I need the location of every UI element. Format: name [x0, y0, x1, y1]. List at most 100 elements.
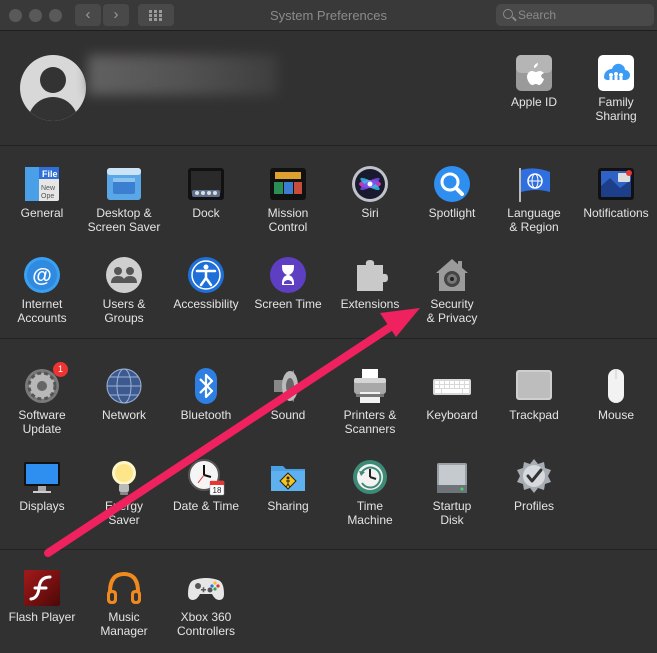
pane-software-update[interactable]: 1 Software Update	[1, 362, 83, 436]
pane-profiles[interactable]: Profiles	[493, 457, 575, 513]
pane-energy-saver[interactable]: Energy Saver	[83, 457, 165, 527]
printer-icon	[350, 366, 390, 406]
gamepad-icon	[186, 568, 226, 608]
pane-language-region[interactable]: Language & Region	[493, 164, 575, 234]
users-icon	[104, 255, 144, 295]
section-divider	[0, 338, 657, 339]
pane-mission-control[interactable]: Mission Control	[247, 164, 329, 234]
pane-label: Software Update	[18, 408, 66, 436]
notifications-icon	[596, 164, 636, 204]
pane-label: Siri	[361, 206, 379, 220]
pane-label: Energy Saver	[104, 499, 144, 527]
pane-label: Music Manager	[100, 610, 148, 638]
system-preferences-window: ‹ › System Preferences Search Apple ID F…	[0, 0, 657, 653]
startup-disk-icon	[432, 457, 472, 497]
headphones-icon	[104, 568, 144, 608]
pane-trackpad[interactable]: Trackpad	[493, 366, 575, 422]
accessibility-icon	[186, 255, 226, 295]
pane-xbox-controllers[interactable]: Xbox 360 Controllers	[165, 568, 247, 638]
blurred-user-name	[88, 55, 278, 95]
pane-bluetooth[interactable]: Bluetooth	[165, 366, 247, 422]
desktop-icon	[104, 164, 144, 204]
mouse-icon	[596, 366, 636, 406]
sharing-icon	[268, 457, 308, 497]
pane-label: Users & Groups	[102, 297, 146, 325]
apple-id-icon	[514, 53, 554, 93]
pane-extensions[interactable]: Extensions	[329, 255, 411, 311]
pane-displays[interactable]: Displays	[1, 457, 83, 513]
pane-time-machine[interactable]: Time Machine	[329, 457, 411, 527]
pane-label: Mouse	[597, 408, 635, 422]
search-input[interactable]	[518, 6, 648, 24]
family-sharing-icon	[596, 53, 636, 93]
pane-family-sharing[interactable]: Family Sharing	[575, 53, 657, 123]
pane-dock[interactable]: Dock	[165, 164, 247, 220]
profiles-icon	[514, 457, 554, 497]
svg-text:New: New	[41, 185, 56, 192]
pane-label: Profiles	[513, 499, 554, 513]
svg-text:@: @	[32, 265, 52, 287]
pane-sound[interactable]: Sound	[247, 366, 329, 422]
pane-label: Internet Accounts	[17, 297, 67, 325]
pane-general[interactable]: File New Ope General	[1, 164, 83, 220]
pane-network[interactable]: Network	[83, 366, 165, 422]
pane-apple-id[interactable]: Apple ID	[493, 53, 575, 109]
pane-label: Spotlight	[428, 206, 476, 220]
pane-label: Notifications	[583, 206, 649, 220]
pane-startup-disk[interactable]: Startup Disk	[411, 457, 493, 527]
extensions-icon	[350, 255, 390, 295]
bluetooth-icon	[186, 366, 226, 406]
pane-label: Desktop & Screen Saver	[87, 206, 161, 234]
pane-screen-time[interactable]: Screen Time	[247, 255, 329, 311]
pane-users-groups[interactable]: Users & Groups	[83, 255, 165, 325]
pane-label: Trackpad	[509, 408, 559, 422]
search-field[interactable]	[496, 4, 654, 26]
pane-label: Sound	[270, 408, 306, 422]
pane-label: Displays	[19, 499, 65, 513]
pane-notifications[interactable]: Notifications	[575, 164, 657, 220]
update-badge: 1	[53, 362, 68, 377]
mission-control-icon	[268, 164, 308, 204]
pane-label: Network	[101, 408, 146, 422]
pane-spotlight[interactable]: Spotlight	[411, 164, 493, 220]
calendar-day-text: 18	[213, 486, 222, 495]
pane-label: Sharing	[267, 499, 309, 513]
time-machine-icon	[350, 457, 390, 497]
pane-label: Date & Time	[172, 499, 240, 513]
pane-label: Startup Disk	[432, 499, 472, 527]
pane-flash-player[interactable]: Flash Player	[1, 568, 83, 624]
dock-icon	[186, 164, 226, 204]
pane-label: Screen Time	[254, 297, 322, 311]
pane-label: General	[20, 206, 64, 220]
pane-label: Time Machine	[347, 499, 393, 527]
display-icon	[22, 457, 62, 497]
network-icon	[104, 366, 144, 406]
trackpad-icon	[514, 366, 554, 406]
general-icon: File New Ope	[22, 164, 62, 204]
screen-time-icon	[268, 255, 308, 295]
pane-label: Printers & Scanners	[343, 408, 397, 436]
pane-internet-accounts[interactable]: @ Internet Accounts	[1, 255, 83, 325]
clock-icon: 18	[186, 457, 226, 497]
pane-date-time[interactable]: 18 Date & Time	[165, 457, 247, 513]
pane-mouse[interactable]: Mouse	[575, 366, 657, 422]
search-icon	[503, 9, 513, 19]
svg-text:File: File	[42, 169, 58, 179]
siri-icon	[350, 164, 390, 204]
pane-security-privacy[interactable]: Security & Privacy	[411, 255, 493, 325]
section-divider	[0, 549, 657, 550]
pane-label: Bluetooth	[180, 408, 232, 422]
language-icon	[514, 164, 554, 204]
pane-desktop-screen-saver[interactable]: Desktop & Screen Saver	[83, 164, 165, 234]
user-avatar[interactable]	[20, 55, 86, 121]
pane-accessibility[interactable]: Accessibility	[165, 255, 247, 311]
flash-icon	[22, 568, 62, 608]
pane-sharing[interactable]: Sharing	[247, 457, 329, 513]
pane-siri[interactable]: Siri	[329, 164, 411, 220]
pane-music-manager[interactable]: Music Manager	[83, 568, 165, 638]
pane-keyboard[interactable]: Keyboard	[411, 366, 493, 422]
energy-icon	[104, 457, 144, 497]
pane-label: Language & Region	[507, 206, 561, 234]
account-header: Apple ID Family Sharing	[0, 31, 657, 146]
pane-printers-scanners[interactable]: Printers & Scanners	[329, 366, 411, 436]
